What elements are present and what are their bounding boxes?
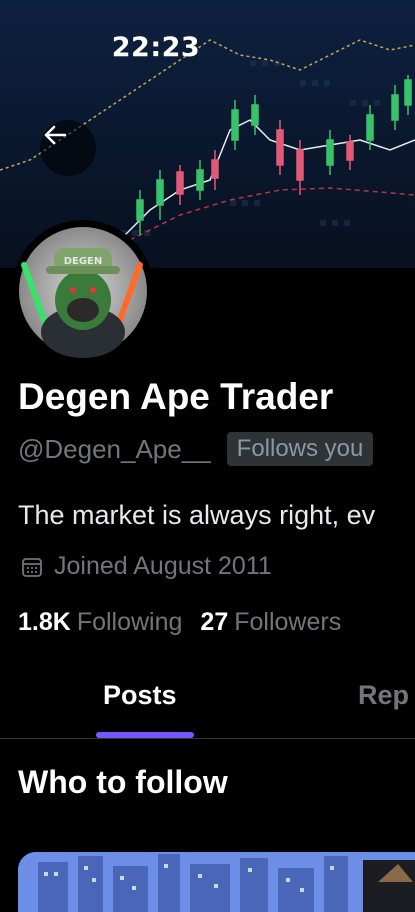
joined-date-text: Joined August 2011 — [54, 552, 272, 580]
status-bar-time: 22:23 — [111, 32, 201, 63]
followers-count: 27 — [200, 608, 229, 636]
profile-tabs: Posts Rep — [0, 660, 415, 739]
follows-you-badge: Follows you — [226, 432, 374, 466]
back-button[interactable] — [40, 120, 96, 176]
active-tab-indicator — [96, 732, 194, 738]
who-to-follow-title: Who to follow — [18, 764, 228, 800]
suggested-account-banner — [18, 852, 415, 912]
following-count: 1.8K — [18, 608, 71, 636]
profile-bio: The market is always right, ev — [18, 500, 376, 530]
following-stat[interactable]: 1.8K Following — [18, 608, 182, 637]
following-label: Following — [76, 608, 183, 636]
followers-label: Followers — [234, 608, 342, 636]
profile-handle: @Degen_Ape__ — [18, 433, 211, 464]
profile-avatar[interactable]: DEGEN — [12, 220, 154, 362]
suggested-account-card[interactable] — [18, 852, 415, 912]
avatar-hat-text: DEGEN — [64, 256, 103, 267]
avatar-image: DEGEN — [19, 227, 147, 358]
follow-stats: 1.8K Following 27 Followers — [18, 608, 359, 637]
arrow-left-icon — [44, 125, 67, 145]
tab-posts[interactable]: Posts — [103, 680, 177, 711]
followers-stat[interactable]: 27 Followers — [200, 608, 341, 637]
calendar-icon — [20, 555, 44, 579]
profile-name: Degen Ape Trader — [18, 376, 334, 417]
tab-replies[interactable]: Rep — [358, 680, 409, 711]
joined-date-row: Joined August 2011 — [20, 552, 272, 581]
handle-row: @Degen_Ape__ Follows you — [18, 432, 374, 466]
